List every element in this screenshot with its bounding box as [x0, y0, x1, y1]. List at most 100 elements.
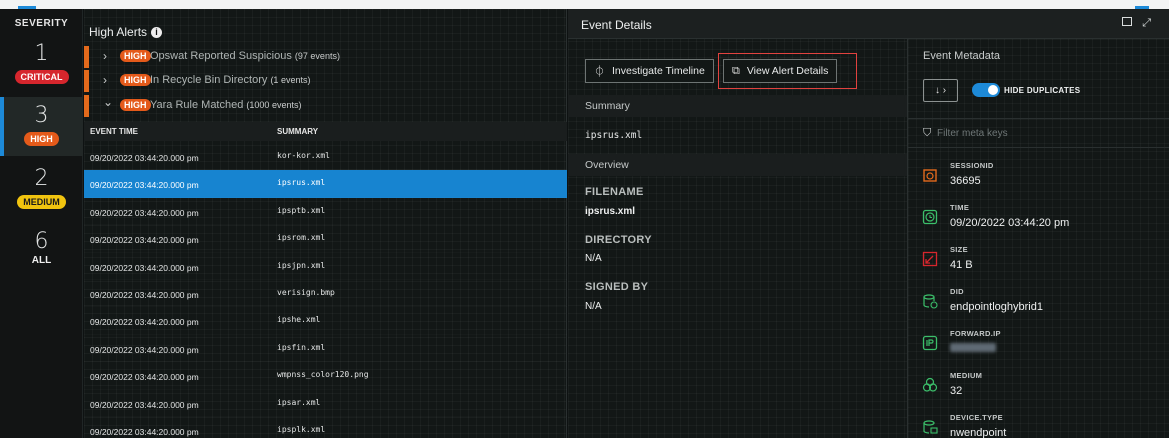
- summary-cell: ipsar.xml: [277, 397, 321, 407]
- layout-icon[interactable]: [1122, 17, 1133, 26]
- table-row[interactable]: 09/20/2022 03:44:20.000 pm kor-kor.xml: [84, 143, 567, 170]
- metadata-row[interactable]: FORWARD.IP: [908, 322, 1169, 366]
- severity-count: 1: [34, 41, 49, 66]
- alert-group-expanded[interactable]: ⌄ HIGH Yara Rule Matched (1000 events): [84, 95, 567, 117]
- table-row[interactable]: 09/20/2022 03:44:20.000 pm wmpnss_color12…: [84, 362, 567, 389]
- event-time-cell: 09/20/2022 03:44:20.000 pm: [90, 262, 199, 273]
- summary-cell: wmpnss_color120.png: [277, 370, 369, 380]
- event-time-cell: 09/20/2022 03:44:20.000 pm: [90, 235, 199, 246]
- meta-key: SESSIONID: [950, 161, 994, 170]
- device-icon: [922, 419, 938, 435]
- size-icon: [922, 251, 938, 267]
- column-header-event-time[interactable]: EVENT TIME: [90, 127, 138, 136]
- table-row[interactable]: 09/20/2022 03:44:20.000 pm ipsar.xml: [84, 390, 567, 417]
- severity-count: 2: [34, 166, 49, 191]
- event-time-cell: 09/20/2022 03:44:20.000 pm: [90, 180, 199, 191]
- severity-count: 3: [34, 103, 49, 128]
- summary-cell: ipsplk.xml: [277, 424, 326, 434]
- group-severity-bar: [84, 70, 89, 92]
- table-row[interactable]: 09/20/2022 03:44:20.000 pm verisign.bmp: [84, 280, 567, 307]
- events-table-body: 09/20/2022 03:44:20.000 pm kor-kor.xml 09/…: [84, 143, 567, 438]
- high-alerts-panel: High Alerts i › HIGH Opswat Reported Susp…: [84, 9, 567, 438]
- metadata-row[interactable]: SESSIONID 36695: [908, 154, 1169, 198]
- info-icon[interactable]: i: [151, 27, 163, 38]
- sort-button[interactable]: ↓ ›: [923, 79, 958, 102]
- meta-key: TIME: [950, 203, 970, 212]
- event-time-cell: 09/20/2022 03:44:20.000 pm: [90, 399, 199, 410]
- group-name: In Recycle Bin Directory (1 events): [150, 74, 311, 86]
- meta-value: 36695: [950, 175, 981, 187]
- filter-input[interactable]: Filter meta keys: [937, 128, 1008, 139]
- alert-group[interactable]: › HIGH In Recycle Bin Directory (1 event…: [84, 70, 567, 92]
- medium-badge: MEDIUM: [17, 195, 66, 209]
- summary-cell: ipsjpn.xml: [277, 260, 326, 270]
- field-label-filename: FILENAME: [585, 186, 644, 198]
- database-icon: [922, 293, 938, 309]
- highlight-box: [718, 53, 857, 89]
- event-details-panel: Event Details ⤢ ⏀ Investigate Timeline ⧉…: [568, 9, 1169, 438]
- chevron-right-icon[interactable]: ›: [103, 49, 107, 63]
- table-row[interactable]: 09/20/2022 03:44:20.000 pm ipsjpn.xml: [84, 253, 567, 280]
- summary-cell: ipshe.xml: [277, 315, 321, 325]
- summary-value: ipsrus.xml: [585, 130, 643, 141]
- meta-value: 32: [950, 385, 963, 397]
- field-label-directory: DIRECTORY: [585, 234, 652, 246]
- event-time-cell: 09/20/2022 03:44:20.000 pm: [90, 317, 199, 328]
- event-time-cell: 09/20/2022 03:44:20.000 pm: [90, 344, 199, 355]
- severity-sidebar: SEVERITY 1 CRITICAL 3 HIGH 2 MEDIUM 6 AL…: [0, 9, 83, 438]
- redacted-value: [950, 343, 996, 352]
- chevron-right-icon[interactable]: ›: [103, 73, 107, 87]
- timeline-icon: ⏀: [594, 66, 605, 78]
- high-badge: HIGH: [120, 50, 151, 62]
- metadata-row[interactable]: MEDIUM 32: [908, 364, 1169, 408]
- investigate-timeline-button[interactable]: ⏀ Investigate Timeline: [585, 59, 714, 83]
- metadata-row[interactable]: DID endpointloghybrid1: [908, 280, 1169, 324]
- group-count: (1 events): [270, 75, 311, 85]
- header-actions: ⤢: [1122, 17, 1151, 30]
- metadata-row[interactable]: TIME 09/20/2022 03:44:20 pm: [908, 196, 1169, 240]
- summary-cell: kor-kor.xml: [277, 151, 330, 160]
- sort-icon: ↓: [934, 85, 940, 96]
- group-severity-bar: [84, 46, 89, 68]
- field-value-signed-by: N/A: [585, 301, 602, 312]
- field-value-filename: ipsrus.xml: [585, 206, 636, 217]
- investigate-timeline-label: Investigate Timeline: [612, 65, 705, 77]
- severity-critical[interactable]: 1 CRITICAL: [0, 41, 83, 97]
- meta-key: DID: [950, 287, 964, 296]
- event-details-header: Event Details ⤢: [568, 9, 1169, 39]
- table-row[interactable]: 09/20/2022 03:44:20.000 pm ipsrus.xml: [84, 170, 567, 198]
- column-header-summary[interactable]: SUMMARY: [277, 127, 318, 136]
- expand-icon[interactable]: ⤢: [1142, 17, 1151, 29]
- summary-cell: verisign.bmp: [277, 287, 335, 297]
- table-row[interactable]: 09/20/2022 03:44:20.000 pm ipshe.xml: [84, 307, 567, 334]
- meta-value: endpointloghybrid1: [950, 301, 1043, 313]
- table-row[interactable]: 09/20/2022 03:44:20.000 pm ipsptb.xml: [84, 198, 567, 225]
- severity-medium[interactable]: 2 MEDIUM: [0, 166, 83, 221]
- hide-duplicates-toggle[interactable]: [972, 83, 1000, 97]
- table-row[interactable]: 09/20/2022 03:44:20.000 pm ipsplk.xml: [84, 417, 567, 438]
- event-time-cell: 09/20/2022 03:44:20.000 pm: [90, 372, 199, 383]
- event-time-cell: 09/20/2022 03:44:20.000 pm: [90, 207, 199, 218]
- alert-group[interactable]: › HIGH Opswat Reported Suspicious (97 ev…: [84, 46, 567, 68]
- table-row[interactable]: 09/20/2022 03:44:20.000 pm ipsfin.xml: [84, 335, 567, 362]
- group-count: (1000 events): [246, 100, 302, 110]
- high-badge: HIGH: [24, 132, 59, 146]
- session-icon: [922, 167, 938, 183]
- severity-all[interactable]: 6 ALL: [0, 229, 83, 279]
- meta-value: [950, 343, 996, 355]
- table-row[interactable]: 09/20/2022 03:44:20.000 pm ipsrom.xml: [84, 225, 567, 252]
- high-alerts-title: High Alerts: [89, 25, 148, 39]
- top-strip: [0, 0, 1169, 9]
- ip-icon: [922, 335, 938, 351]
- filter-meta-keys[interactable]: ⛉ Filter meta keys: [908, 118, 1169, 148]
- event-metadata-panel: Event Metadata ↓ › HIDE DUPLICATES ⛉ Fil…: [907, 39, 1169, 438]
- metadata-row[interactable]: SIZE 41 B: [908, 238, 1169, 282]
- panel-title: High Alerts i: [89, 25, 163, 39]
- chevron-down-icon[interactable]: ⌄: [103, 95, 113, 109]
- group-name: Yara Rule Matched (1000 events): [150, 99, 302, 111]
- metadata-row[interactable]: DEVICE.TYPE nwendpoint: [908, 406, 1169, 438]
- hide-duplicates-label: HIDE DUPLICATES: [1004, 86, 1081, 95]
- severity-high[interactable]: 3 HIGH: [0, 97, 83, 156]
- critical-badge: CRITICAL: [14, 70, 69, 84]
- event-time-cell: 09/20/2022 03:44:20.000 pm: [90, 426, 199, 437]
